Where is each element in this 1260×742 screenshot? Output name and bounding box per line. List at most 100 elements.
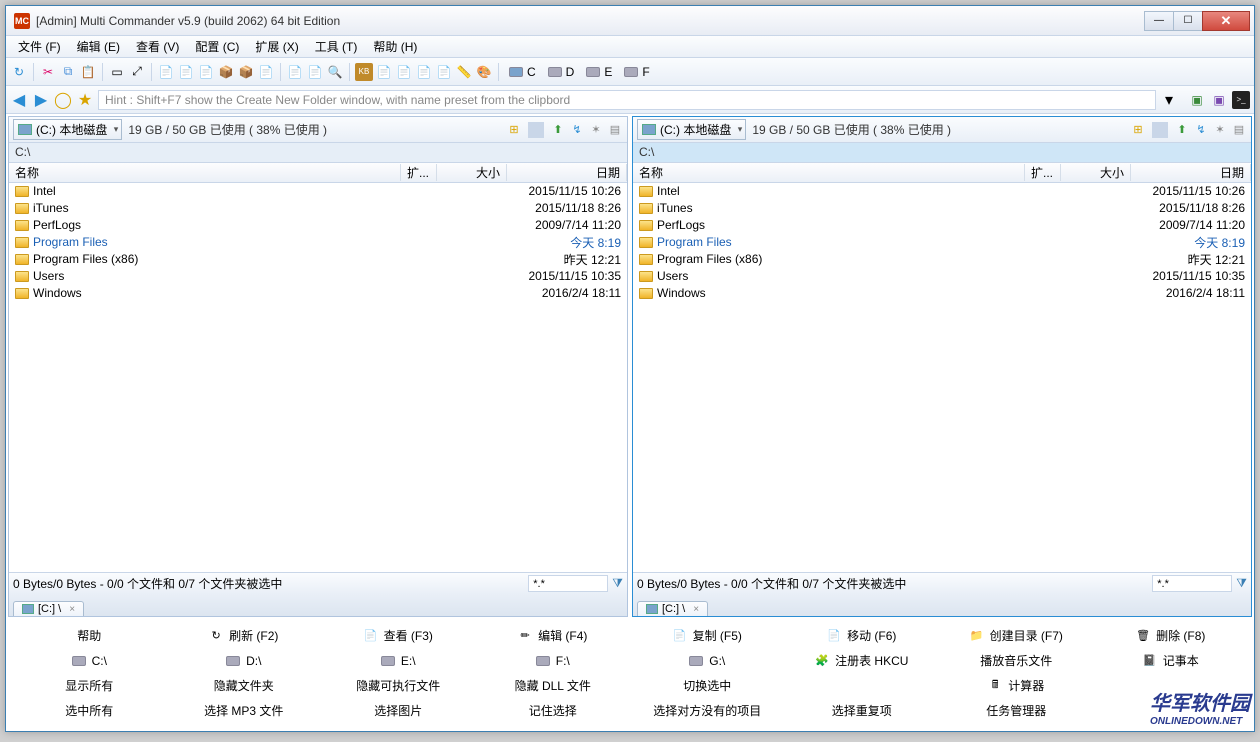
menu-edit[interactable]: 编辑 (E) xyxy=(69,36,128,57)
file-row[interactable]: PerfLogs2009/7/14 11:20 xyxy=(633,217,1251,234)
col-ext[interactable]: 扩... xyxy=(1025,164,1061,181)
left-tab[interactable]: [C:] \ × xyxy=(13,601,84,616)
bottom-button[interactable]: 🧩注册表 HKCU xyxy=(785,648,940,673)
copy-icon[interactable]: ⧉ xyxy=(59,63,77,81)
kb-icon[interactable]: KB xyxy=(355,63,373,81)
bottom-button[interactable]: 📄移动 (F6) xyxy=(785,623,940,648)
doc-a-icon[interactable]: 📄 xyxy=(375,63,393,81)
refresh-icon[interactable]: ↻ xyxy=(10,63,28,81)
tree-icon[interactable]: ⊞ xyxy=(506,122,522,138)
file-row[interactable]: PerfLogs2009/7/14 11:20 xyxy=(9,217,627,234)
forward-button[interactable]: ▶ xyxy=(32,91,50,109)
doc-export-icon[interactable]: 📄 xyxy=(177,63,195,81)
close-button[interactable]: ✕ xyxy=(1202,11,1250,31)
bottom-button[interactable]: F:\ xyxy=(476,648,631,673)
bottom-button[interactable]: 隐藏可执行文件 xyxy=(321,673,476,698)
bottom-button[interactable]: 🖩计算器 xyxy=(939,673,1094,698)
left-drive-combo[interactable]: (C:) 本地磁盘 xyxy=(13,119,122,140)
bottom-button[interactable]: 选择图片 xyxy=(321,698,476,723)
bottom-button[interactable]: 切换选中 xyxy=(630,673,785,698)
file-row[interactable]: Program Files (x86)昨天 12:21 xyxy=(633,251,1251,268)
bottom-button[interactable]: 🗑删除 (F8) xyxy=(1094,623,1249,648)
right-tab[interactable]: [C:] \ × xyxy=(637,601,708,616)
file-row[interactable]: Intel2015/11/15 10:26 xyxy=(9,183,627,200)
nav-icon-a[interactable]: ▣ xyxy=(1188,91,1206,109)
cut-icon[interactable]: ✂ xyxy=(39,63,57,81)
file-row[interactable]: Program Files今天 8:19 xyxy=(9,234,627,251)
bottom-button[interactable] xyxy=(785,673,940,698)
col-size[interactable]: 大小 xyxy=(1061,164,1131,181)
minimize-button[interactable]: — xyxy=(1144,11,1174,31)
bottom-button[interactable]: 📄查看 (F3) xyxy=(321,623,476,648)
doc-delete-icon[interactable]: 📄 xyxy=(197,63,215,81)
terminal-icon[interactable]: >_ xyxy=(1232,91,1250,109)
bottom-button[interactable]: ✏编辑 (F4) xyxy=(476,623,631,648)
bottom-button[interactable]: ↻刷新 (F2) xyxy=(167,623,322,648)
left-path[interactable]: C:\ xyxy=(9,143,627,163)
bottom-button[interactable]: 选择 MP3 文件 xyxy=(167,698,322,723)
zip-icon[interactable]: 📦 xyxy=(217,63,235,81)
bottom-button[interactable]: D:\ xyxy=(167,648,322,673)
tree-icon[interactable]: ⊞ xyxy=(1130,122,1146,138)
menu-extensions[interactable]: 扩展 (X) xyxy=(247,36,306,57)
file-row[interactable]: iTunes2015/11/18 8:26 xyxy=(9,200,627,217)
box-icon[interactable]: 📦 xyxy=(237,63,255,81)
bottom-button[interactable]: C:\ xyxy=(12,648,167,673)
up-icon[interactable]: ⬆ xyxy=(550,122,566,138)
bottom-button[interactable]: 任务管理器 xyxy=(939,698,1094,723)
up-icon[interactable]: ⬆ xyxy=(1174,122,1190,138)
hint-dropdown[interactable]: ▾ xyxy=(1160,91,1178,109)
reload-icon[interactable]: ↯ xyxy=(1193,122,1209,138)
doc-add-icon[interactable]: 📄 xyxy=(157,63,175,81)
bottom-button[interactable]: G:\ xyxy=(630,648,785,673)
drive-c-chip[interactable]: C xyxy=(504,65,541,79)
nav-icon-b[interactable]: ▣ xyxy=(1210,91,1228,109)
close-icon[interactable]: × xyxy=(69,604,75,615)
bottom-button[interactable]: 帮助 xyxy=(12,623,167,648)
file-row[interactable]: Windows2016/2/4 18:11 xyxy=(633,285,1251,302)
bottom-button[interactable]: 隐藏文件夹 xyxy=(167,673,322,698)
drive-e-chip[interactable]: E xyxy=(581,65,617,79)
file-row[interactable]: Program Files今天 8:19 xyxy=(633,234,1251,251)
filter-icon[interactable]: ⧩ xyxy=(1236,576,1247,591)
wand-icon[interactable]: ✶ xyxy=(1212,122,1228,138)
col-name[interactable]: 名称 xyxy=(633,164,1025,181)
doc-b-icon[interactable]: 📄 xyxy=(395,63,413,81)
file-row[interactable]: Windows2016/2/4 18:11 xyxy=(9,285,627,302)
history-button[interactable]: ◯ xyxy=(54,91,72,109)
bottom-button[interactable]: 📁创建目录 (F7) xyxy=(939,623,1094,648)
file-row[interactable]: Users2015/11/15 10:35 xyxy=(9,268,627,285)
bottom-button[interactable]: 选中所有 xyxy=(12,698,167,723)
bottom-button[interactable]: 📄复制 (F5) xyxy=(630,623,785,648)
col-date[interactable]: 日期 xyxy=(1131,164,1251,181)
col-size[interactable]: 大小 xyxy=(437,164,507,181)
bottom-button[interactable]: 选择对方没有的项目 xyxy=(630,698,785,723)
maximize-button[interactable]: ☐ xyxy=(1173,11,1203,31)
doc-d-icon[interactable]: 📄 xyxy=(435,63,453,81)
favorite-button[interactable]: ★ xyxy=(76,91,94,109)
bottom-button[interactable]: E:\ xyxy=(321,648,476,673)
paste-icon[interactable]: 📋 xyxy=(79,63,97,81)
right-drive-combo[interactable]: (C:) 本地磁盘 xyxy=(637,119,746,140)
bottom-button[interactable]: 播放音乐文件 xyxy=(939,648,1094,673)
drive-f-chip[interactable]: F xyxy=(619,65,654,79)
ruler-icon[interactable]: 📏 xyxy=(455,63,473,81)
select-rect-icon[interactable]: ▭ xyxy=(108,63,126,81)
menu-config[interactable]: 配置 (C) xyxy=(187,36,247,57)
menu-file[interactable]: 文件 (F) xyxy=(10,36,69,57)
drive-d-chip[interactable]: D xyxy=(543,65,580,79)
file-row[interactable]: Intel2015/11/15 10:26 xyxy=(633,183,1251,200)
color-icon[interactable]: 🎨 xyxy=(475,63,493,81)
menu-view[interactable]: 查看 (V) xyxy=(128,36,187,57)
file-row[interactable]: iTunes2015/11/18 8:26 xyxy=(633,200,1251,217)
col-date[interactable]: 日期 xyxy=(507,164,627,181)
bottom-button[interactable]: 选择重复项 xyxy=(785,698,940,723)
filter-icon[interactable]: ⧩ xyxy=(612,576,623,591)
wand-icon[interactable]: ✶ xyxy=(588,122,604,138)
reload-icon[interactable]: ↯ xyxy=(569,122,585,138)
list-icon[interactable]: ▤ xyxy=(607,122,623,138)
expand-icon[interactable]: ⤢ xyxy=(128,63,146,81)
menu-help[interactable]: 帮助 (H) xyxy=(365,36,425,57)
doc-c-icon[interactable]: 📄 xyxy=(415,63,433,81)
col-ext[interactable]: 扩... xyxy=(401,164,437,181)
